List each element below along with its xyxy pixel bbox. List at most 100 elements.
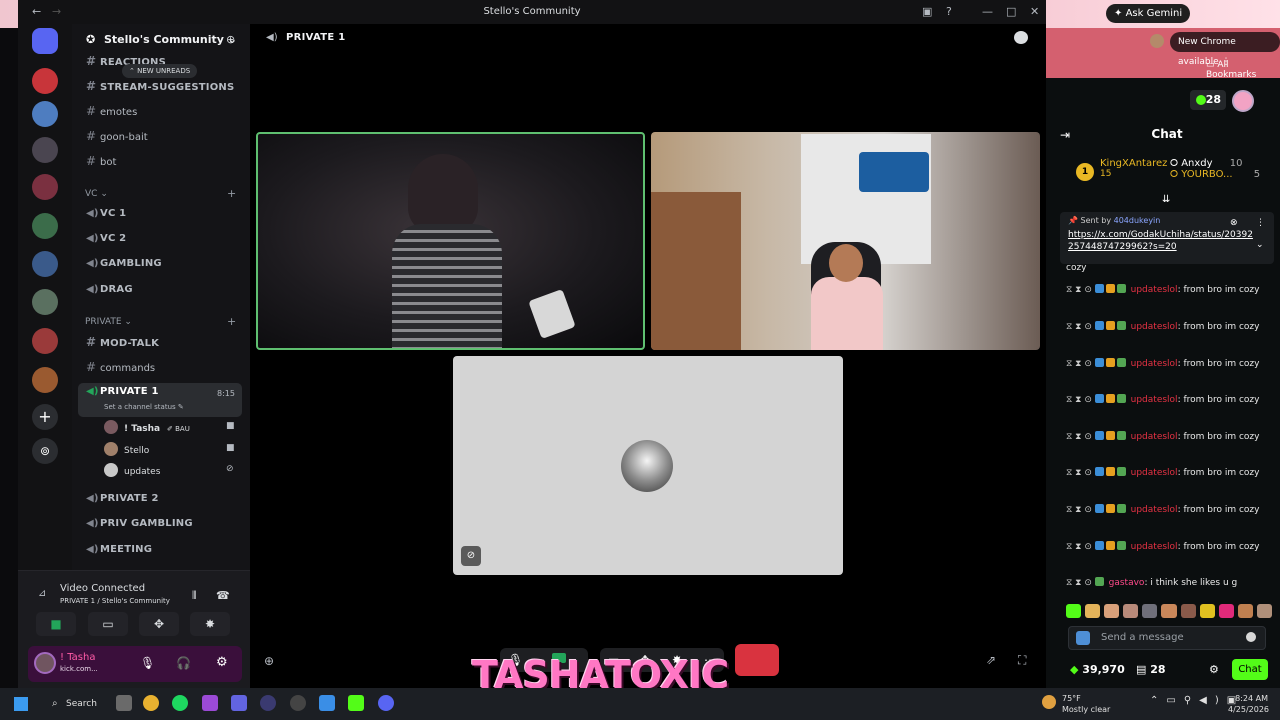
taskbar-clock[interactable]: 8:24 AM 4/25/2026: [1228, 693, 1269, 715]
end-call-button[interactable]: [735, 644, 779, 676]
unpin-icon[interactable]: ⊗: [1230, 218, 1238, 228]
soundboard-button[interactable]: ✸: [190, 612, 230, 636]
new-chrome-available-button[interactable]: New Chrome available ⋮: [1170, 32, 1280, 67]
voice-channel-private1[interactable]: ◀)PRIVATE 1: [86, 384, 159, 400]
voice-location[interactable]: PRIVATE 1 / Stello's Community: [60, 597, 170, 605]
emote[interactable]: [1256, 604, 1273, 618]
voice-channel-vc2[interactable]: ◀)VC 2: [86, 231, 126, 247]
activities-button[interactable]: ✥: [139, 612, 179, 636]
server-icon[interactable]: [32, 367, 58, 393]
spotify-icon[interactable]: [172, 695, 188, 711]
channel-stream-suggestions[interactable]: # STREAM-SUGGESTIONS: [86, 78, 234, 94]
emoji-picker-icon[interactable]: [1246, 632, 1256, 642]
chat-username[interactable]: updateslol: [1131, 395, 1178, 405]
server-icon[interactable]: [32, 174, 58, 200]
chat-username[interactable]: updateslol: [1131, 285, 1178, 295]
add-channel-icon[interactable]: +: [227, 315, 236, 328]
maximize-icon[interactable]: □: [1006, 5, 1016, 18]
help-icon[interactable]: ?: [946, 5, 952, 18]
voice-channel-drag[interactable]: ◀)DRAG: [86, 282, 133, 298]
pinned-link[interactable]: https://x.com/GodakUchiha/status/2039225…: [1068, 229, 1258, 253]
kick-icon[interactable]: [348, 695, 364, 711]
headphones-icon[interactable]: 🎧: [176, 656, 191, 670]
microphone-icon[interactable]: 🎙: [140, 656, 155, 670]
server-icon[interactable]: [32, 68, 58, 94]
emote-bar[interactable]: [1066, 604, 1273, 618]
send-emote-icon[interactable]: [1076, 631, 1090, 645]
profile-avatar[interactable]: [1150, 34, 1164, 48]
server-icon[interactable]: [32, 251, 58, 277]
voice-channel-priv-gambling[interactable]: ◀)PRIV GAMBLING: [86, 516, 193, 532]
chat-username[interactable]: updateslol: [1131, 505, 1178, 515]
emote[interactable]: [1218, 604, 1234, 618]
server-name[interactable]: Stello's Community ⌄: [104, 33, 237, 46]
gift-count[interactable]: ▤ 28: [1136, 663, 1166, 676]
all-bookmarks-link[interactable]: ▭ All Bookmarks: [1206, 60, 1280, 80]
windows-start-icon[interactable]: [14, 697, 28, 711]
video-tile-tasha[interactable]: [256, 132, 645, 350]
voice-user-tasha[interactable]: ! Tasha ✐ BAU: [104, 420, 190, 434]
user-avatar[interactable]: [34, 652, 56, 674]
voice-user-updates[interactable]: updates: [104, 463, 160, 477]
emote[interactable]: [1199, 604, 1215, 618]
chat-username[interactable]: updateslol: [1131, 542, 1178, 552]
video-tile-stello[interactable]: [651, 132, 1040, 350]
disconnect-icon[interactable]: ☎: [216, 589, 230, 602]
ask-gemini-button[interactable]: ✦ Ask Gemini: [1106, 4, 1191, 23]
channel-goon-bait[interactable]: # goon-bait: [86, 128, 148, 144]
server-icon[interactable]: [32, 328, 58, 354]
chat-username[interactable]: gastavo: [1109, 578, 1145, 588]
voice-channel-vc1[interactable]: ◀)VC 1: [86, 206, 126, 222]
emote[interactable]: [1161, 604, 1177, 618]
close-icon[interactable]: ✕: [1030, 5, 1039, 18]
send-message-input[interactable]: Send a message: [1068, 626, 1266, 650]
noise-suppression-icon[interactable]: ⫴: [192, 589, 197, 603]
add-server-icon[interactable]: +: [32, 404, 58, 430]
fullscreen-icon[interactable]: ⛶: [1018, 653, 1026, 668]
emote[interactable]: [1085, 604, 1101, 618]
channel-bot[interactable]: # bot: [86, 153, 116, 169]
app-icon[interactable]: [231, 695, 247, 711]
server-icon[interactable]: [32, 289, 58, 315]
obs-icon[interactable]: [290, 695, 306, 711]
voice-channel-meeting[interactable]: ◀)MEETING: [86, 542, 152, 558]
server-icon[interactable]: [32, 213, 58, 239]
minimize-icon[interactable]: —: [982, 5, 993, 18]
channel-commands[interactable]: # commands: [86, 359, 155, 375]
discord-home-icon[interactable]: [32, 28, 58, 54]
discover-icon[interactable]: ⊚: [32, 438, 58, 464]
add-channel-icon[interactable]: +: [227, 187, 236, 200]
channel-mod-talk[interactable]: # MOD-TALK: [86, 334, 159, 350]
chevron-down-icon[interactable]: ⌄: [1256, 240, 1264, 250]
invite-people-icon[interactable]: ⊕: [226, 33, 235, 46]
channel-points[interactable]: ◆ 39,970: [1070, 663, 1125, 676]
server-icon[interactable]: [32, 137, 58, 163]
chrome-icon[interactable]: [143, 695, 159, 711]
voice-channel-private2[interactable]: ◀)PRIVATE 2: [86, 491, 159, 507]
chat-username[interactable]: updateslol: [1131, 359, 1178, 369]
app-icon[interactable]: [202, 695, 218, 711]
emote[interactable]: [1066, 604, 1082, 618]
emote[interactable]: [1237, 604, 1253, 618]
chat-settings-icon[interactable]: ⚙: [1209, 663, 1219, 676]
discord-taskbar-icon[interactable]: [378, 695, 394, 711]
pinned-message[interactable]: 📌 Sent by 404dukeyin https://x.com/Godak…: [1060, 212, 1274, 264]
user-name[interactable]: ! Tasha: [60, 652, 95, 663]
server-icon[interactable]: [32, 101, 58, 127]
weather-widget[interactable]: 75°F Mostly clear: [1062, 693, 1110, 715]
invite-to-call-icon[interactable]: ⊕: [264, 654, 274, 668]
chat-bubble-icon[interactable]: [1014, 31, 1028, 44]
expand-leaderboard-icon[interactable]: ⇊: [1162, 194, 1170, 205]
new-unreads-pill[interactable]: ⌃ NEW UNREADS: [122, 64, 198, 78]
notepad-icon[interactable]: [319, 695, 335, 711]
kick-profile-avatar[interactable]: [1232, 90, 1254, 112]
category-private[interactable]: PRIVATE ⌄: [85, 317, 132, 327]
category-vc[interactable]: VC ⌄: [85, 189, 108, 199]
voice-channel-gambling[interactable]: ◀)GAMBLING: [86, 256, 162, 272]
voice-user-stello[interactable]: Stello: [104, 442, 149, 456]
emote[interactable]: [1104, 604, 1120, 618]
app-icon[interactable]: [260, 695, 276, 711]
chat-send-button[interactable]: Chat: [1232, 659, 1268, 680]
signal-icon[interactable]: ⊿: [38, 588, 46, 599]
chat-username[interactable]: updateslol: [1131, 468, 1178, 478]
